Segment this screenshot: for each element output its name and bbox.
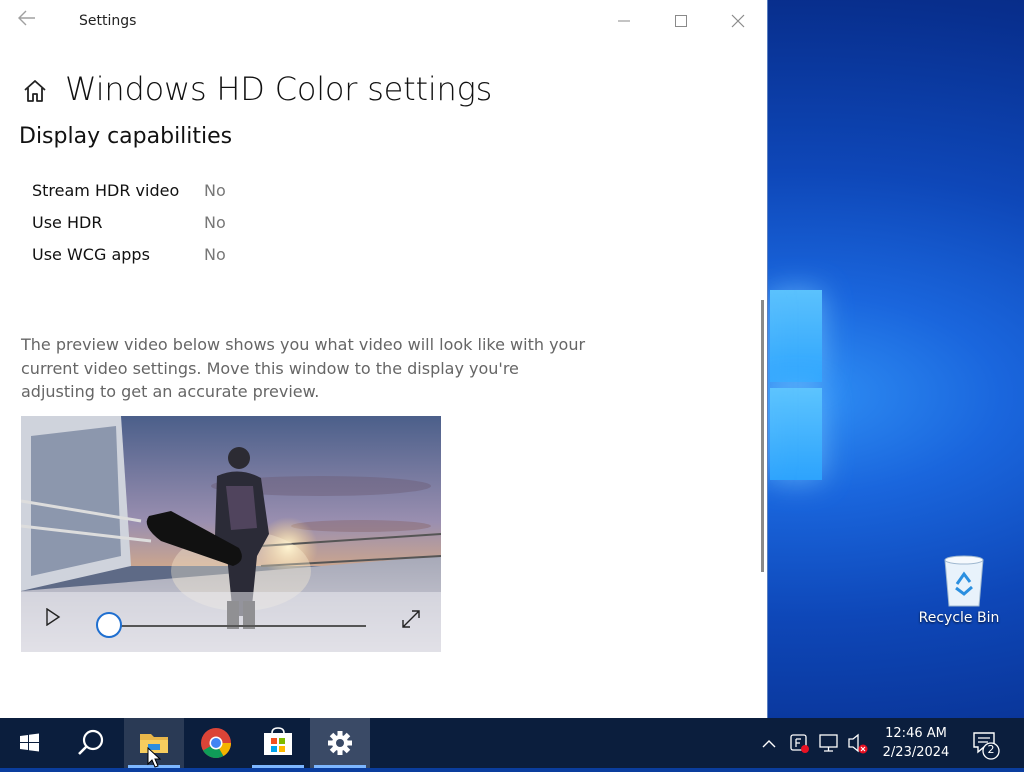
volume-muted-icon — [848, 733, 868, 754]
settings-button[interactable] — [310, 718, 370, 768]
video-controls — [21, 592, 441, 652]
maximize-icon — [675, 15, 687, 27]
chevron-up-icon — [762, 740, 776, 748]
preview-description: The preview video below shows you what v… — [21, 335, 586, 401]
close-icon — [731, 14, 745, 28]
play-icon[interactable] — [45, 607, 61, 627]
store-icon — [264, 727, 292, 755]
volume-button[interactable] — [845, 718, 871, 768]
windows-logo-wallpaper — [760, 290, 822, 480]
capability-label: Use WCG apps — [32, 245, 150, 264]
home-icon[interactable] — [22, 78, 48, 104]
tray-app-button[interactable] — [786, 718, 812, 768]
capability-value: No — [204, 245, 226, 264]
windows-start-icon — [20, 733, 39, 752]
taskbar-clock[interactable]: 12:46 AM 2/23/2024 — [870, 724, 962, 762]
minimize-icon — [618, 20, 630, 22]
window-title: Settings — [79, 13, 137, 29]
clock-date: 2/23/2024 — [882, 745, 950, 760]
mouse-cursor-icon — [147, 747, 161, 768]
recycle-bin-label: Recycle Bin — [918, 610, 1000, 626]
capability-label: Stream HDR video — [32, 181, 180, 200]
clock-time: 12:46 AM — [885, 726, 947, 741]
settings-window: Settings Windows HD Color settings Displ… — [0, 0, 768, 718]
search-icon — [78, 729, 104, 755]
chrome-button[interactable] — [186, 718, 246, 768]
show-hidden-icons-button[interactable] — [756, 718, 782, 768]
scrollbar[interactable] — [761, 300, 764, 572]
maximize-button[interactable] — [666, 8, 696, 34]
network-icon — [819, 734, 838, 752]
video-seek-track[interactable] — [111, 625, 366, 627]
chrome-icon — [201, 728, 231, 759]
back-button[interactable] — [18, 10, 44, 32]
fullscreen-icon[interactable] — [400, 608, 422, 630]
minimize-button[interactable] — [609, 8, 639, 34]
back-arrow-icon — [18, 10, 35, 26]
video-seek-thumb[interactable] — [96, 612, 122, 638]
recycle-bin-icon — [939, 552, 984, 607]
capability-value: No — [204, 181, 226, 200]
search-button[interactable] — [61, 718, 121, 768]
start-button[interactable] — [0, 718, 58, 768]
recycle-bin[interactable]: Recycle Bin — [914, 552, 1004, 626]
capability-value: No — [204, 213, 226, 232]
settings-gear-icon — [328, 731, 352, 755]
section-title: Display capabilities — [19, 124, 233, 149]
title-bar[interactable]: Settings — [0, 0, 767, 42]
store-button[interactable] — [248, 718, 308, 768]
page-title: Windows HD Color settings — [65, 70, 493, 108]
action-center-button[interactable]: 2 — [966, 718, 1014, 768]
tray-app-icon — [790, 734, 809, 753]
network-button[interactable] — [816, 718, 842, 768]
notification-count: 2 — [987, 743, 995, 756]
preview-video[interactable] — [21, 416, 441, 652]
close-button[interactable] — [723, 8, 753, 34]
capability-label: Use HDR — [32, 213, 103, 232]
